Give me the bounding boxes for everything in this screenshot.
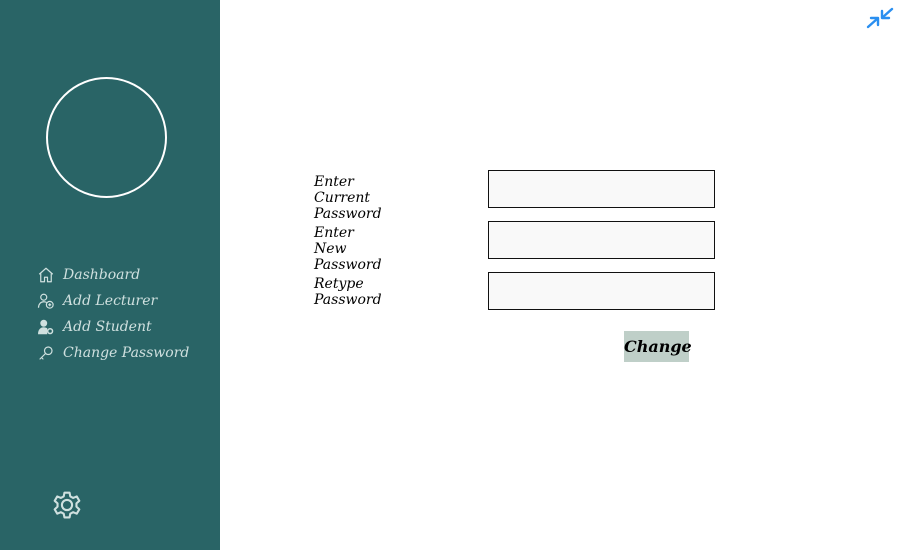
new-password-label: Enter New Password xyxy=(314,225,382,273)
app-window: Dashboard Add Lecturer Add Student Chang… xyxy=(0,0,900,550)
settings-button[interactable] xyxy=(49,487,85,523)
collapse-button[interactable] xyxy=(864,4,896,32)
current-password-label: Enter Current Password xyxy=(314,174,382,222)
gear-icon xyxy=(53,491,81,519)
retype-password-field[interactable] xyxy=(488,272,715,310)
add-user-icon xyxy=(37,292,55,310)
sidebar-item-add-student[interactable]: Add Student xyxy=(37,314,189,340)
sidebar-item-label: Dashboard xyxy=(63,267,141,283)
sidebar-item-label: Add Lecturer xyxy=(63,293,158,309)
home-icon xyxy=(37,266,55,284)
avatar[interactable] xyxy=(46,77,167,198)
sidebar-item-change-password[interactable]: Change Password xyxy=(37,340,189,366)
current-password-field[interactable] xyxy=(488,170,715,208)
sidebar-item-label: Change Password xyxy=(63,345,190,361)
key-icon xyxy=(37,344,55,362)
retype-password-label: Retype Password xyxy=(314,276,382,308)
user-settings-icon xyxy=(37,318,55,336)
new-password-field[interactable] xyxy=(488,221,715,259)
change-button[interactable]: Change xyxy=(624,331,692,362)
sidebar-nav: Dashboard Add Lecturer Add Student Chang… xyxy=(37,262,189,366)
sidebar-item-add-lecturer[interactable]: Add Lecturer xyxy=(37,288,189,314)
sidebar: Dashboard Add Lecturer Add Student Chang… xyxy=(0,0,220,550)
sidebar-item-label: Add Student xyxy=(63,319,152,335)
sidebar-item-dashboard[interactable]: Dashboard xyxy=(37,262,189,288)
collapse-arrows-icon xyxy=(866,7,894,29)
